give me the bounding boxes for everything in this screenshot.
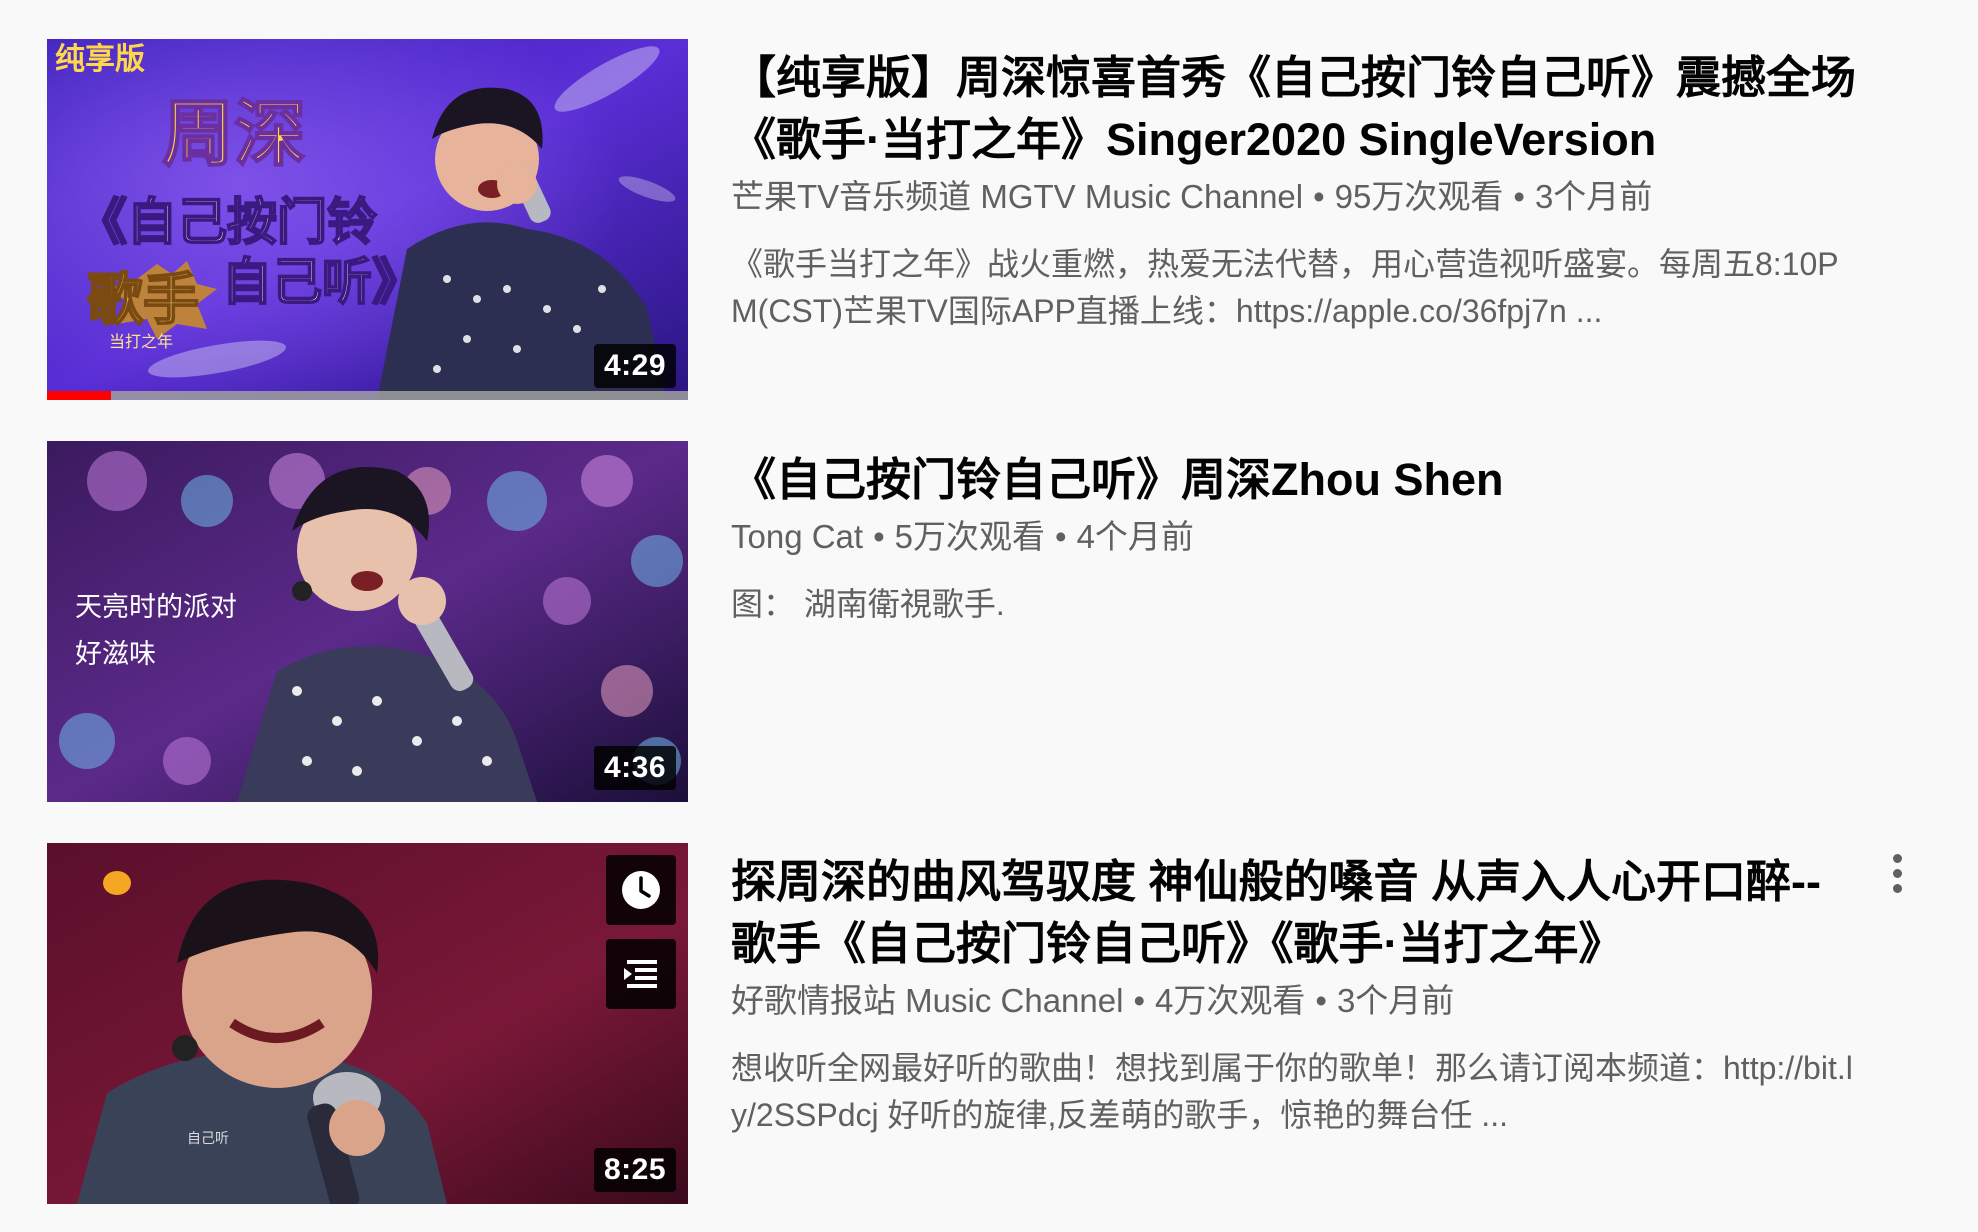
more-vert-icon [1892,853,1902,863]
upload-age: 3个月前 [1336,982,1455,1019]
video-description-snippet: 想收听全网最好听的歌曲！想找到属于你的歌单！那么请订阅本频道：http://bi… [731,1050,1853,1133]
video-metadata: 芒果TV音乐频道 MGTV Music Channel • 95万次观看 • 3个月前 [731,173,1861,221]
thumb-lyric-line2: 好滋味 [75,639,156,670]
channel-name-link[interactable]: 好歌情报站 Music Channel [731,982,1123,1019]
thumb-lyric-line1: 天亮时的派对 [75,592,237,623]
watch-progress-bar [47,391,112,400]
upload-age: 4个月前 [1076,518,1194,555]
more-actions-button[interactable] [1877,843,1917,903]
channel-name-link[interactable]: Tong Cat [731,518,863,555]
separator-dot: • [873,518,885,555]
video-duration-badge: 4:36 [593,746,676,790]
video-title-link[interactable]: 【纯享版】周深惊喜首秀《自己按门铃自己听》震撼全场《歌手·当打之年》Singer… [731,39,1861,171]
separator-dot: • [1055,518,1067,555]
thumb-name-text: 周深 [162,91,306,176]
thumbnail-image: 天亮时的派对 好滋味 [47,441,688,802]
watch-later-button[interactable] [606,855,676,925]
thumbnail-image: 自己听 [47,843,688,1204]
thumb-song-line2: 自己听》 [222,252,422,311]
view-count: 5万次观看 [894,518,1046,555]
thumb-subtitle: 自己听 [187,1131,229,1147]
watch-later-clock-icon [622,871,660,909]
channel-name-link[interactable]: 芒果TV音乐频道 MGTV Music Channel [731,178,1303,215]
thumb-song-line1: 《自己按门铃 [77,192,377,251]
thumb-badge-text: 纯享版 [55,42,145,77]
video-details: 探周深的曲风驾驭度 神仙般的嗓音 从声入人心开口醉--歌手《自己按门铃自己听》《… [731,843,1861,1139]
video-thumbnail[interactable]: 天亮时的派对 好滋味 4:36 [47,441,688,802]
video-result-item[interactable]: 自己听 8:25 探周深的曲风驾驭度 神仙般的嗓音 从声入人心开口醉--歌手《自… [47,843,1947,1204]
video-result-item[interactable]: 纯享版 周深 《自己按门铃 自己听》 歌手 当打之年 4:29 【纯享版】周深惊… [47,39,1947,400]
video-duration-badge: 8:25 [593,1148,676,1192]
separator-dot: • [1513,178,1525,215]
video-thumbnail[interactable]: 纯享版 周深 《自己按门铃 自己听》 歌手 当打之年 4:29 [47,39,688,400]
thumb-logo-sub: 当打之年 [109,332,173,351]
video-title-link[interactable]: 《自己按门铃自己听》周深Zhou Shen [731,441,1861,511]
add-to-queue-button[interactable] [606,939,676,1009]
add-to-queue-icon [624,960,657,988]
more-vert-icon-dot [1892,883,1902,893]
video-result-item[interactable]: 天亮时的派对 好滋味 4:36 《自己按门铃自己听》周深Zhou Shen To… [47,441,1947,802]
upload-age: 3个月前 [1534,178,1653,215]
video-metadata: 好歌情报站 Music Channel • 4万次观看 • 3个月前 [731,977,1861,1025]
video-duration-badge: 4:29 [593,344,676,388]
thumbnail-image: 纯享版 周深 《自己按门铃 自己听》 歌手 当打之年 [47,39,688,400]
view-count: 4万次观看 [1155,982,1306,1019]
video-description-snippet: 图： 湖南衛視歌手. [731,586,1005,622]
video-metadata: Tong Cat • 5万次观看 • 4个月前 [731,513,1861,561]
more-vert-icon-dot [1892,868,1902,878]
watch-progress-track [47,391,688,400]
view-count: 95万次观看 [1334,178,1504,215]
separator-dot: • [1133,982,1146,1019]
separator-dot: • [1315,982,1327,1019]
search-results-list: 纯享版 周深 《自己按门铃 自己听》 歌手 当打之年 4:29 【纯享版】周深惊… [0,0,1978,1232]
video-title-link[interactable]: 探周深的曲风驾驭度 神仙般的嗓音 从声入人心开口醉--歌手《自己按门铃自己听》《… [731,843,1861,975]
separator-dot: • [1313,178,1325,215]
video-details: 【纯享版】周深惊喜首秀《自己按门铃自己听》震撼全场《歌手·当打之年》Singer… [731,39,1861,335]
video-description-snippet: 《歌手当打之年》战火重燃，热爱无法代替，用心营造视听盛宴。每周五8:10PM(C… [731,246,1839,329]
video-details: 《自己按门铃自己听》周深Zhou Shen Tong Cat • 5万次观看 • 4个月… [731,441,1861,628]
thumb-logo-text: 歌手 [87,268,199,333]
video-thumbnail[interactable]: 自己听 8:25 [47,843,688,1204]
